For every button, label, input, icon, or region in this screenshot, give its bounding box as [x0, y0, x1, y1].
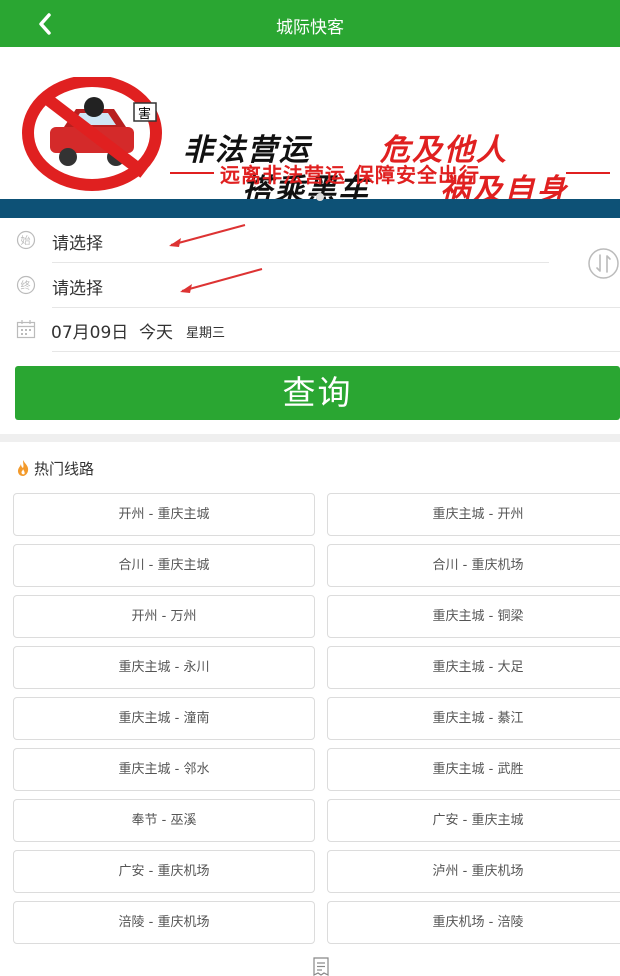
- route-item[interactable]: 重庆主城 - 开州: [327, 493, 620, 536]
- document-icon[interactable]: [311, 957, 331, 976]
- route-item[interactable]: 重庆主城 - 潼南: [13, 697, 315, 740]
- route-item[interactable]: 涪陵 - 重庆机场: [13, 901, 315, 944]
- route-item[interactable]: 泸州 - 重庆机场: [327, 850, 620, 893]
- date-value: 07月09日: [51, 323, 129, 343]
- hot-routes-label: 热门线路: [34, 460, 95, 478]
- banner-strip: [0, 199, 620, 218]
- annotation-arrow-icon: [169, 224, 246, 247]
- route-item[interactable]: 开州 - 万州: [13, 595, 315, 638]
- flame-icon: [18, 460, 29, 476]
- top-bar: 城际快客: [0, 0, 620, 47]
- route-item[interactable]: 开州 - 重庆主城: [13, 493, 315, 536]
- origin-field[interactable]: 始 请选择: [0, 218, 620, 263]
- query-button[interactable]: 查询: [15, 366, 620, 420]
- route-item[interactable]: 重庆主城 - 武胜: [327, 748, 620, 791]
- route-item[interactable]: 合川 - 重庆主城: [13, 544, 315, 587]
- route-item[interactable]: 重庆主城 - 大足: [327, 646, 620, 689]
- hot-routes-title: 热门线路: [15, 458, 94, 479]
- divider-right: [566, 172, 610, 174]
- promo-banner[interactable]: 害 非法营运 危及他人 搭乘黑车 祸及自身 远离非法营运 保障安全出行: [0, 47, 620, 208]
- route-item[interactable]: 重庆主城 - 邻水: [13, 748, 315, 791]
- origin-icon: 始: [16, 230, 36, 250]
- route-item[interactable]: 重庆主城 - 永川: [13, 646, 315, 689]
- section-separator: [0, 434, 620, 442]
- route-item[interactable]: 奉节 - 巫溪: [13, 799, 315, 842]
- route-item[interactable]: 重庆主城 - 铜梁: [327, 595, 620, 638]
- slogan-footer: 远离非法营运 保障安全出行: [220, 163, 480, 187]
- origin-value: 请选择: [52, 234, 103, 254]
- destination-field[interactable]: 终 请选择: [0, 263, 620, 308]
- date-weekday: 星期三: [186, 326, 226, 341]
- date-field[interactable]: 07月09日 今天 星期三: [0, 307, 620, 352]
- date-today: 今天: [139, 323, 173, 343]
- swap-icon[interactable]: [587, 247, 620, 280]
- route-item[interactable]: 广安 - 重庆主城: [327, 799, 620, 842]
- divider: [52, 351, 620, 352]
- route-item[interactable]: 重庆机场 - 涪陵: [327, 901, 620, 944]
- route-item[interactable]: 广安 - 重庆机场: [13, 850, 315, 893]
- sign-text: 害: [138, 106, 151, 122]
- destination-icon: 终: [16, 275, 36, 295]
- svg-text:始: 始: [21, 234, 31, 247]
- svg-text:终: 终: [21, 279, 31, 292]
- annotation-arrow-icon: [180, 268, 263, 293]
- route-item[interactable]: 重庆主城 - 綦江: [327, 697, 620, 740]
- carousel-indicator[interactable]: [316, 193, 324, 201]
- page-title: 城际快客: [276, 18, 344, 38]
- divider-left: [170, 172, 214, 174]
- no-illegal-car-icon: 害: [22, 77, 162, 191]
- destination-value: 请选择: [52, 279, 103, 299]
- route-item[interactable]: 合川 - 重庆机场: [327, 544, 620, 587]
- calendar-icon: [16, 320, 36, 339]
